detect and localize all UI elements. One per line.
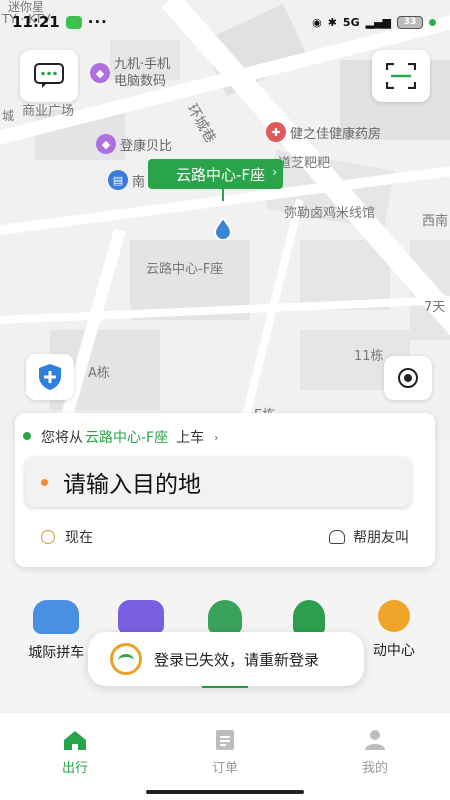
safety-button[interactable] [26,354,74,400]
shield-icon [39,364,61,390]
battery-level: 33 [403,17,417,27]
taxi-icon [117,600,164,634]
profile-icon [365,730,385,750]
pickup-point-text: 云路中心-F座 [176,165,266,184]
login-expired-toast: 登录已失效，请重新登录 [88,632,364,686]
destination-dot [41,479,48,486]
map-label: 西南 [422,214,449,229]
poi-label: 南 [132,174,146,190]
map-label: 11栋 [354,349,384,364]
status-bar: 11:21 ··· ◉ ✱ 5G ▂▄▆ 33 [0,0,450,44]
order-icon [216,730,234,750]
building-pin-icon: ▤ [108,170,128,190]
service-label: 动中心 [372,643,415,659]
shop-pin-icon: ◆ [90,63,110,83]
intercity-car-icon [33,600,80,634]
map-label: A栋 [88,366,110,381]
chevron-right-icon: › [272,165,278,179]
message-button[interactable] [20,50,78,102]
friend-label: 帮朋友叫 [353,530,409,546]
app-logo-icon [110,643,142,675]
service-activity-center[interactable]: 动中心 [352,590,436,700]
pickup-prefix: 您将从 [41,430,83,446]
destination-placeholder: 请输入目的地 [63,472,201,498]
signal-icon: ▂▄▆ [365,15,391,29]
friends-icon [329,530,345,544]
location-drop-icon [213,216,233,240]
poi-label: 登康贝比 [120,138,173,154]
tab-orders[interactable]: 订单 [150,713,300,800]
map-label: 云路中心-F座 [146,262,224,277]
locate-button[interactable] [384,356,432,400]
status-dot [429,18,436,26]
call-for-friend-button[interactable]: 帮朋友叫 [329,527,409,547]
poi-label: 九机·手机 [114,57,171,72]
pickup-point-label[interactable]: 云路中心-F座 › [148,159,284,189]
map-label: 7天 [424,300,446,315]
ride-request-card: 您将从 云路中心-F座 上车 › 请输入目的地 现在 帮朋友叫 [15,413,435,567]
store-pin-icon: ◆ [96,134,116,154]
time-selector[interactable]: 现在 [41,527,93,547]
pharmacy-pin-icon: ✚ [266,122,286,142]
map-view[interactable]: 迷你星 TY · KTV ◆ 九机·手机 电脑数码 商业广场 城 环城巷 ✚ 健… [0,0,450,440]
chauffeur-icon [208,600,243,634]
tab-travel[interactable]: 出行 [0,713,150,800]
driver-icon [293,600,326,634]
service-scroll-indicator [202,686,248,688]
map-label: 道芝粑粑 [278,156,331,171]
bottom-tab-bar: 出行 订单 我的 [0,712,450,800]
time-label: 现在 [65,530,93,546]
tab-label: 订单 [211,761,238,776]
message-notification-icon [65,15,82,29]
scan-button[interactable] [372,50,430,102]
chat-icon [34,63,64,88]
medal-icon [377,600,410,632]
poi-dengkang[interactable]: ◆ 登康贝比 [96,134,172,154]
home-indicator [146,790,304,794]
poi-pharmacy[interactable]: ✚ 健之佳健康药房 [266,122,381,142]
service-label: 城际拼车 [28,645,85,661]
service-intercity[interactable]: 城际拼车 [14,590,98,700]
battery-icon: 33 [397,15,423,29]
poi-label: 电脑数码 [114,74,167,89]
map-label: 商业广场 [22,104,75,119]
home-icon [64,731,86,750]
more-notifications-icon: ··· [87,13,108,31]
bluetooth-icon: ✱ [327,15,337,29]
map-label: 弥勒卤鸡米线馆 [284,206,376,221]
poi-shop[interactable]: ◆ 九机·手机 电脑数码 [90,56,170,90]
pickup-row[interactable]: 您将从 云路中心-F座 上车 › [23,427,219,447]
location-status-icon: ◉ [312,15,322,29]
poi-nan[interactable]: ▤ 南 [108,170,145,190]
tab-label: 出行 [61,761,88,776]
poi-label: 健之佳健康药房 [290,126,382,142]
clock-icon [41,530,55,544]
tab-label: 我的 [361,761,388,776]
scan-icon [386,63,416,89]
tab-profile[interactable]: 我的 [300,713,450,800]
map-label: 城 [2,109,15,123]
network-type: 5G [342,15,360,29]
locate-icon [398,368,418,388]
origin-dot [23,432,31,440]
destination-input[interactable]: 请输入目的地 [25,457,411,507]
pickup-place: 云路中心-F座 [85,430,169,446]
toast-message: 登录已失效，请重新登录 [154,650,320,669]
pickup-suffix: 上车 [176,430,205,446]
status-time: 11:21 [12,13,60,31]
pickup-stem [222,189,224,201]
chevron-right-icon: › [214,430,219,444]
